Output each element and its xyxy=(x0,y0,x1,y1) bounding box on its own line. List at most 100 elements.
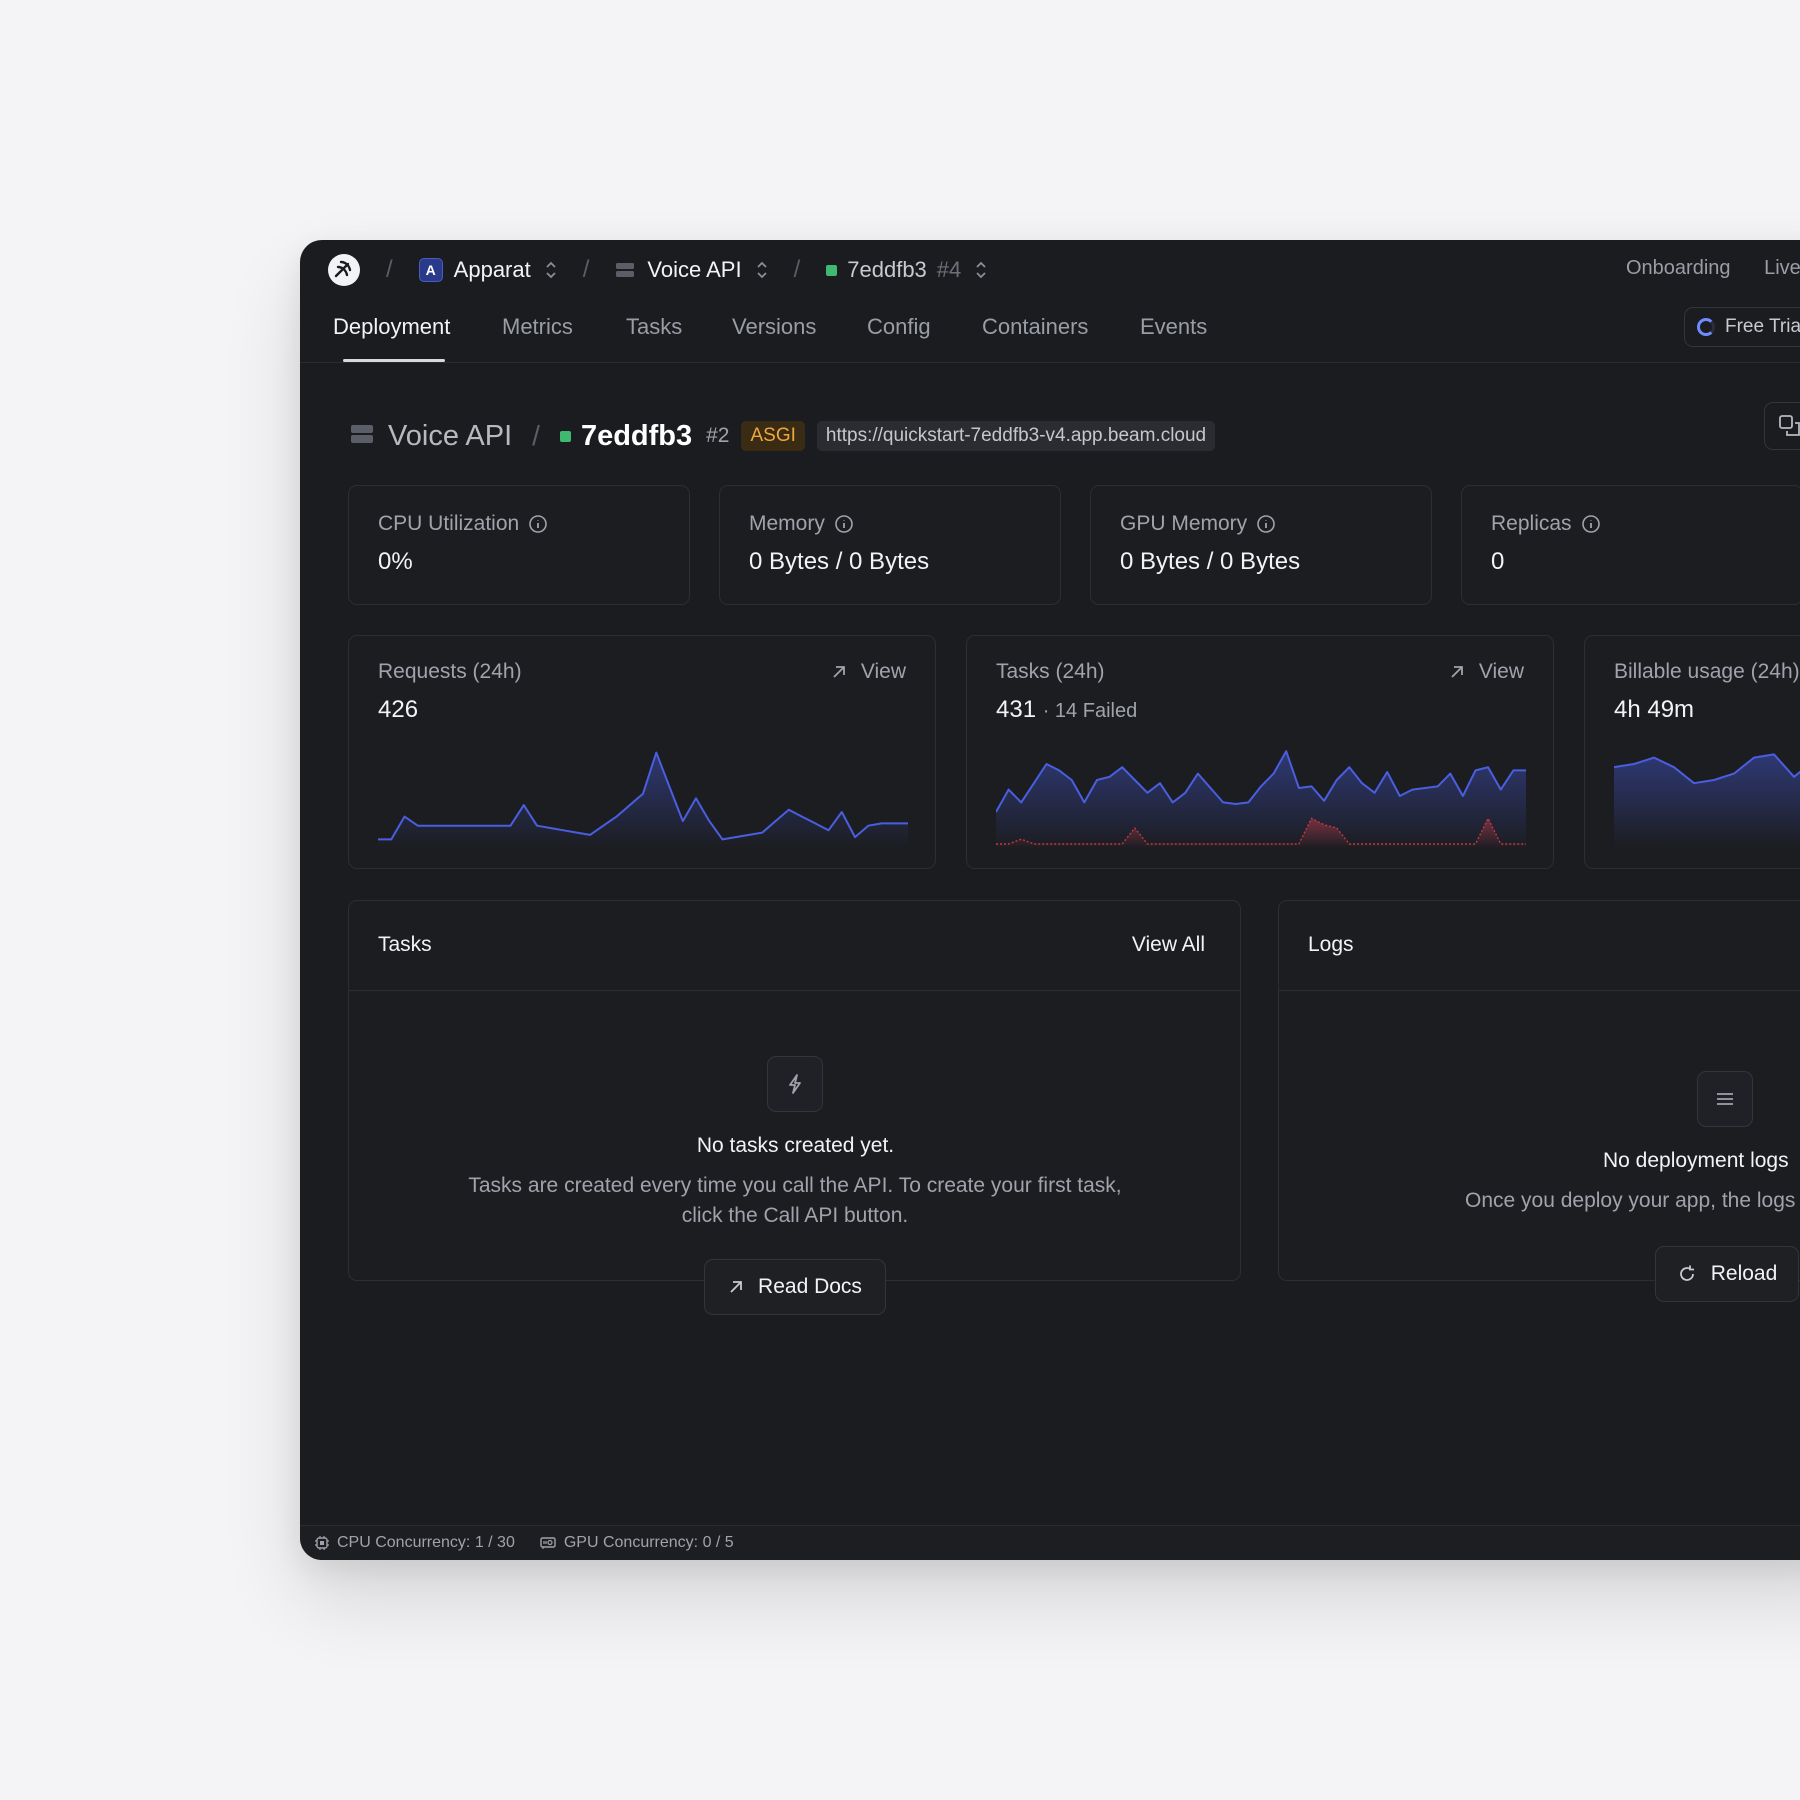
requests-chart xyxy=(378,751,908,848)
arrow-up-right-icon xyxy=(730,1281,742,1293)
info-icon[interactable] xyxy=(1581,514,1601,534)
stat-label: Replicas xyxy=(1491,512,1572,535)
info-icon[interactable] xyxy=(528,514,548,534)
beam-logo-icon[interactable] xyxy=(328,254,360,286)
tab-bar: Deployment Metrics Tasks Versions Config… xyxy=(300,300,1800,363)
empty-description: Once you deploy your app, the logs xyxy=(1465,1189,1796,1212)
tab-metrics[interactable]: Metrics xyxy=(502,314,573,340)
page-app-name[interactable]: Voice API xyxy=(388,420,512,453)
gpu-concurrency-label: GPU Concurrency: 0 / 5 xyxy=(563,1534,734,1551)
server-icon xyxy=(350,423,374,450)
memory-card: Memory 0 Bytes / 0 Bytes xyxy=(719,485,1061,605)
tab-containers[interactable]: Containers xyxy=(982,314,1088,340)
list-icon xyxy=(1697,1071,1753,1127)
endpoint-url[interactable]: https://quickstart-7eddfb3-v4.app.beam.c… xyxy=(816,421,1216,451)
metric-label: Tasks (24h) xyxy=(996,660,1105,683)
tab-tasks[interactable]: Tasks xyxy=(626,314,682,340)
metric-value: 4h 49m xyxy=(1614,696,1695,723)
arrow-up-right-icon xyxy=(833,666,845,678)
read-docs-label: Read Docs xyxy=(758,1275,862,1298)
breadcrumb-separator: / xyxy=(582,256,590,283)
billable-chart xyxy=(1614,753,1800,848)
stat-label: CPU Utilization xyxy=(378,512,520,535)
arrow-up-right-icon xyxy=(1451,666,1463,678)
stat-value: 0 Bytes / 0 Bytes xyxy=(749,548,930,575)
view-tasks-link[interactable]: View xyxy=(1449,660,1524,684)
tab-versions[interactable]: Versions xyxy=(732,314,816,340)
reload-label: Reload xyxy=(1710,1262,1778,1285)
org-avatar: A xyxy=(418,258,443,282)
deployment-switcher[interactable]: 7eddfb3 xyxy=(847,257,927,283)
live-link[interactable]: Live xyxy=(1764,257,1800,279)
copy-button[interactable] xyxy=(1764,402,1800,450)
billable-usage-card: Billable usage (24h) 4h 49m xyxy=(1584,635,1800,869)
empty-title: No tasks created yet. xyxy=(696,1134,895,1157)
status-footer: CPU Concurrency: 1 / 30 GPU Concurrency:… xyxy=(300,1525,1800,1560)
org-switcher[interactable]: Apparat xyxy=(454,257,531,283)
top-links: Onboarding Live xyxy=(1626,257,1800,280)
chevron-up-down-icon[interactable] xyxy=(975,260,987,280)
chevron-up-down-icon[interactable] xyxy=(545,260,557,280)
view-label: View xyxy=(1478,660,1524,683)
replicas-card: Replicas 0 xyxy=(1461,485,1800,605)
stat-value: 0 Bytes / 0 Bytes xyxy=(1120,548,1301,575)
progress-ring-icon xyxy=(1697,318,1715,336)
cpu-utilization-card: CPU Utilization 0% xyxy=(348,485,690,605)
stat-label: GPU Memory xyxy=(1120,512,1248,535)
tasks-card: Tasks (24h) View 431 · 14 Failed xyxy=(966,635,1554,869)
stat-value: 0 xyxy=(1491,548,1505,575)
empty-title: No deployment logs xyxy=(1603,1149,1789,1172)
lightning-icon xyxy=(767,1056,823,1112)
tasks-area xyxy=(996,751,1526,848)
empty-description: Tasks are created every time you call th… xyxy=(468,1174,1122,1227)
free-trial-label: Free Trial xyxy=(1725,316,1800,337)
breadcrumb-separator: / xyxy=(386,256,393,283)
breadcrumb: / A Apparat / Voice API / 7eddfb3 #4 xyxy=(328,254,987,286)
tasks-chart xyxy=(996,750,1526,848)
panel-title: Logs xyxy=(1308,933,1354,956)
copy-icon xyxy=(1779,415,1800,436)
version-number: #2 xyxy=(706,424,730,447)
tab-events[interactable]: Events xyxy=(1140,314,1207,340)
chevron-up-down-icon[interactable] xyxy=(756,260,768,280)
server-icon xyxy=(615,261,635,279)
requests-card: Requests (24h) View 426 xyxy=(348,635,936,869)
free-trial-button[interactable]: Free Trial xyxy=(1684,307,1800,347)
tasks-panel: Tasks View All No tasks created yet. Tas… xyxy=(348,900,1241,1315)
reload-button[interactable]: Reload xyxy=(1655,1246,1799,1302)
gpu-memory-card: GPU Memory 0 Bytes / 0 Bytes xyxy=(1090,485,1432,605)
cpu-icon xyxy=(315,1536,329,1550)
stat-label: Memory xyxy=(749,512,825,535)
onboarding-link[interactable]: Onboarding xyxy=(1626,257,1731,279)
cpu-concurrency: CPU Concurrency: 1 / 30 xyxy=(314,1534,515,1552)
view-all-link[interactable]: View All xyxy=(1132,933,1205,957)
failed-count: · 14 Failed xyxy=(1042,700,1138,722)
refresh-icon xyxy=(1679,1265,1694,1281)
read-docs-button[interactable]: Read Docs xyxy=(704,1259,886,1315)
info-icon[interactable] xyxy=(834,514,854,534)
top-bar: / A Apparat / Voice API / 7eddfb3 #4 Onb… xyxy=(300,240,1800,300)
page-title: 7eddfb3 xyxy=(580,419,693,452)
tab-config[interactable]: Config xyxy=(867,314,931,340)
view-requests-link[interactable]: View xyxy=(831,660,906,684)
page-header: Voice API / 7eddfb3 #2 ASGI https://quic… xyxy=(350,410,1216,462)
metric-value: 426 xyxy=(378,696,419,723)
gpu-icon xyxy=(540,1537,556,1549)
gpu-concurrency: GPU Concurrency: 0 / 5 xyxy=(539,1534,734,1552)
status-dot xyxy=(559,430,571,442)
requests-area xyxy=(378,752,908,848)
metric-label: Billable usage (24h) xyxy=(1614,660,1800,683)
deployment-version: #4 xyxy=(936,257,962,282)
header-separator: / xyxy=(532,420,540,451)
app-switcher[interactable]: Voice API xyxy=(647,257,741,283)
status-dot xyxy=(826,264,838,276)
panel-title: Tasks xyxy=(378,933,432,956)
tab-deployment[interactable]: Deployment xyxy=(333,314,450,340)
metric-label: Requests (24h) xyxy=(378,660,522,683)
active-tab-indicator xyxy=(343,359,445,362)
cpu-concurrency-label: CPU Concurrency: 1 / 30 xyxy=(337,1534,515,1551)
metric-value: 431 xyxy=(996,696,1037,723)
info-icon[interactable] xyxy=(1256,514,1276,534)
billable-area xyxy=(1614,754,1800,848)
stat-value: 0% xyxy=(378,548,413,575)
